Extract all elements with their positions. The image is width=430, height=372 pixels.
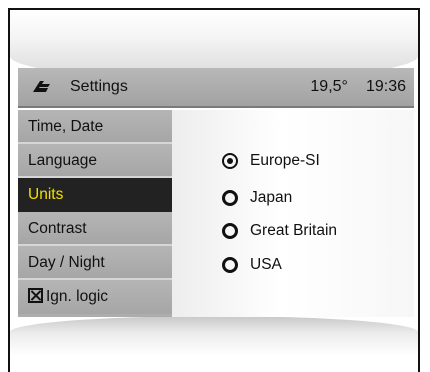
- menu-item-label: Day / Night: [28, 254, 105, 271]
- menu-item-label: Units: [28, 186, 64, 203]
- menu-item-ignition-logic[interactable]: Ign. logic: [18, 280, 172, 314]
- checked-box-icon[interactable]: [28, 288, 43, 303]
- brand-logo-icon: [33, 81, 50, 92]
- page-title: Settings: [70, 78, 128, 95]
- menu-item-label: Language: [28, 152, 97, 169]
- title-bar: Settings 19,5° 19:36: [18, 68, 414, 108]
- unit-option-europe-si[interactable]: Europe-SI: [222, 150, 320, 172]
- menu-item-units[interactable]: Units: [18, 178, 172, 212]
- menu-item-label: Contrast: [28, 220, 87, 237]
- radio-unselected-icon[interactable]: [222, 223, 238, 239]
- settings-menu: Time, Date Language Units Contrast Day /…: [18, 110, 172, 317]
- units-options-panel: Europe-SI Japan Great Britain USA: [172, 110, 414, 317]
- menu-item-language[interactable]: Language: [18, 144, 172, 178]
- unit-option-usa[interactable]: USA: [222, 254, 282, 276]
- outside-temperature: 19,5°: [310, 78, 348, 95]
- clock-time: 19:36: [365, 78, 406, 95]
- option-label: USA: [250, 256, 282, 273]
- screen-bezel-bottom: [10, 316, 418, 356]
- option-label: Great Britain: [250, 222, 338, 239]
- menu-item-time-date[interactable]: Time, Date: [18, 110, 172, 144]
- menu-item-label: Time, Date: [28, 118, 104, 135]
- menu-item-day-night[interactable]: Day / Night: [18, 246, 172, 280]
- option-label: Europe-SI: [250, 152, 320, 169]
- option-label: Japan: [250, 189, 293, 206]
- menu-item-contrast[interactable]: Contrast: [18, 212, 172, 246]
- unit-option-japan[interactable]: Japan: [222, 187, 292, 209]
- radio-unselected-icon[interactable]: [222, 257, 238, 273]
- radio-unselected-icon[interactable]: [222, 190, 238, 206]
- unit-option-great-britain[interactable]: Great Britain: [222, 220, 337, 242]
- menu-item-label: Ign. logic: [46, 288, 109, 305]
- radio-selected-icon[interactable]: [222, 153, 238, 169]
